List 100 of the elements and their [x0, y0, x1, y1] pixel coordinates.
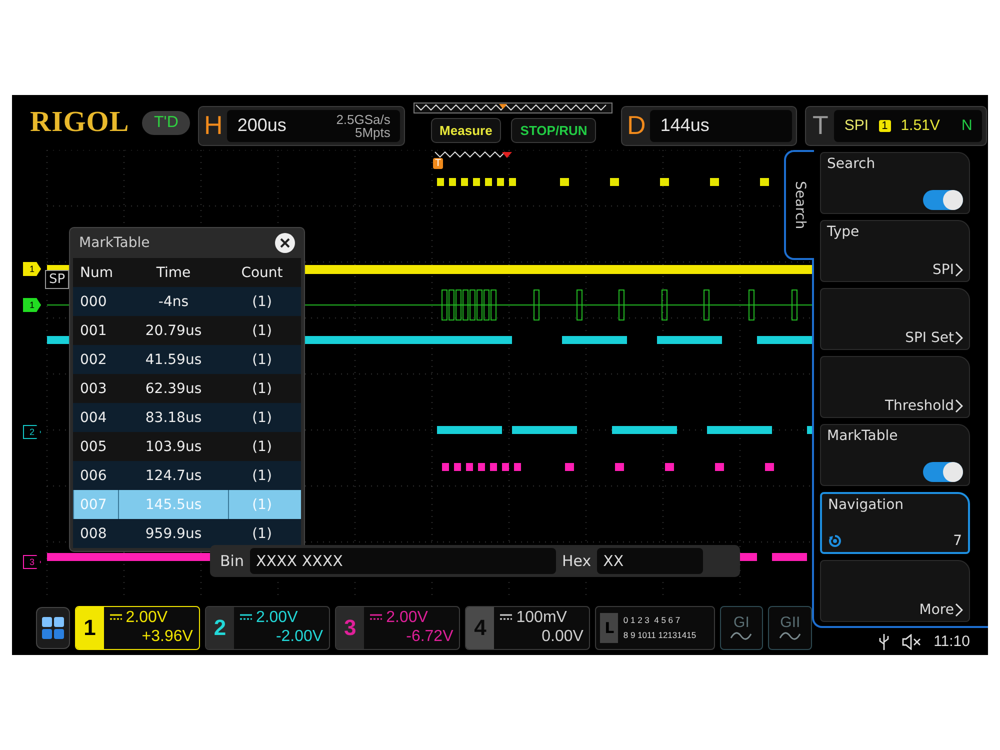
- dc-coupling-icon: [370, 613, 382, 621]
- measure-button[interactable]: Measure: [430, 118, 502, 143]
- table-cell-text: (1): [251, 408, 273, 428]
- column-header: Time: [155, 264, 192, 282]
- channel-panel[interactable]: 1 2.00V +3.96V: [74, 606, 200, 650]
- channel-scale: 2.00V: [126, 608, 168, 626]
- channel-number: 4: [466, 606, 494, 648]
- menu-item[interactable]: Navigation 7: [820, 492, 970, 554]
- bin-field[interactable]: XXXX XXXX: [250, 548, 556, 574]
- table-cell-text: 62.39us: [144, 380, 203, 398]
- generator-panel[interactable]: GII: [768, 606, 812, 650]
- table-row[interactable]: 006 124.7us (1): [73, 461, 301, 490]
- logic-panel[interactable]: L 0 1 2 3 4 5 6 7 8 9 1011 12131415: [595, 606, 715, 650]
- dc-coupling-icon: [500, 613, 512, 621]
- channel-panel[interactable]: 4 100mV 0.00V: [465, 606, 590, 650]
- table-cell-text: 008: [79, 524, 108, 544]
- table-row[interactable]: 004 83.18us (1): [73, 403, 301, 432]
- toggle-switch[interactable]: [923, 462, 963, 482]
- table-cell-text: 103.9us: [144, 438, 203, 456]
- table-row[interactable]: 001 20.79us (1): [73, 316, 301, 345]
- menu-item-value: More: [919, 602, 954, 618]
- generator-label: GI: [734, 614, 750, 630]
- column-header: Num: [79, 264, 114, 282]
- table-cell-text: 41.59us: [144, 350, 203, 370]
- menu-item[interactable]: Type SPI: [820, 220, 970, 282]
- menu-item[interactable]: Search: [820, 152, 970, 214]
- table-row[interactable]: 000 -4ns (1): [73, 287, 301, 316]
- table-cell-text: 001: [79, 322, 108, 340]
- table-cell-text: 959.9us: [144, 524, 203, 544]
- memory-depth: 5Mpts: [354, 126, 390, 138]
- toggle-switch[interactable]: [923, 190, 963, 210]
- timebase-value: 200us: [237, 115, 286, 136]
- channel-number: 2: [206, 606, 234, 648]
- speaker-muted-icon[interactable]: [902, 634, 922, 650]
- channel-panel[interactable]: 3 2.00V -6.72V: [335, 606, 460, 650]
- dc-coupling-icon: [110, 613, 122, 621]
- table-cell-text: 124.7us: [144, 466, 203, 486]
- trigger-type: SPI: [844, 117, 869, 134]
- dc-coupling-icon: [240, 613, 252, 621]
- sine-wave-icon: [730, 630, 752, 640]
- menu-item-value: SPI: [932, 262, 954, 278]
- bin-label: Bin: [220, 552, 244, 570]
- trigger-panel[interactable]: T SPI 1 1.51V N: [805, 106, 988, 146]
- rotate-knob-icon: [828, 534, 842, 548]
- channel-offset: -2.00V: [276, 626, 324, 646]
- logic-label: L: [600, 612, 618, 642]
- channel-number: 3: [336, 606, 364, 648]
- apps-button[interactable]: [36, 606, 70, 648]
- table-cell-text: (1): [251, 322, 273, 340]
- bus-label: SP: [45, 270, 70, 289]
- search-tab[interactable]: Search: [784, 150, 814, 260]
- horizontal-label: H: [203, 110, 224, 141]
- chevron-right-icon: [955, 399, 963, 413]
- channel-marker[interactable]: 3: [23, 555, 41, 569]
- menu-item[interactable]: More: [820, 560, 970, 622]
- table-cell-text: -4ns: [157, 292, 190, 312]
- chevron-right-icon: [955, 603, 963, 617]
- hex-field[interactable]: XX: [597, 548, 704, 574]
- trigger-label: T: [811, 110, 830, 141]
- logic-channels: 0 1 2 3 4 5 6 7: [623, 614, 680, 626]
- close-button[interactable]: [275, 233, 295, 253]
- dialog-title: MarkTable: [79, 235, 150, 251]
- table-cell-text: 004: [79, 408, 108, 428]
- menu-item[interactable]: Threshold: [820, 356, 970, 418]
- menu-item[interactable]: MarkTable: [820, 424, 970, 486]
- channel-marker[interactable]: 2: [23, 425, 41, 439]
- hex-label: Hex: [562, 552, 592, 570]
- table-cell-text: (1): [251, 350, 273, 370]
- menu-item-value: 7: [953, 533, 962, 549]
- channel-scale: 100mV: [516, 608, 567, 626]
- table-cell-text: (1): [251, 466, 273, 486]
- delay-value: 144us: [660, 115, 710, 136]
- stop-run-button[interactable]: STOP/RUN: [511, 118, 596, 143]
- delay-label: D: [626, 110, 647, 141]
- table-row[interactable]: 008 959.9us (1): [73, 519, 301, 548]
- channel-panel[interactable]: 2 2.00V -2.00V: [204, 606, 330, 650]
- table-cell-text: 002: [79, 350, 108, 370]
- horizontal-panel[interactable]: H 200us 2.5GSa/s 5Mpts: [198, 106, 406, 146]
- generator-label: GII: [780, 614, 800, 630]
- menu-item-label: Search: [827, 156, 876, 172]
- channel-scale: 2.00V: [256, 608, 298, 626]
- delay-panel[interactable]: D 144us: [621, 106, 798, 146]
- channel-number: 1: [76, 606, 104, 648]
- table-cell-text: 005: [79, 438, 108, 456]
- menu-item-value: SPI Set: [905, 330, 954, 346]
- channel-offset: -6.72V: [406, 626, 454, 646]
- trigger-status: T'D: [142, 110, 190, 134]
- table-row[interactable]: 003 62.39us (1): [73, 374, 301, 403]
- trigger-voltage: 1.51V: [900, 117, 940, 134]
- column-header: Count: [240, 264, 284, 282]
- table-row[interactable]: 002 41.59us (1): [73, 345, 301, 374]
- table-cell-text: (1): [251, 524, 273, 544]
- channel-marker[interactable]: 1: [23, 298, 41, 312]
- chevron-right-icon: [955, 331, 963, 345]
- generator-panel[interactable]: GI: [720, 606, 764, 650]
- channel-marker[interactable]: 1: [23, 262, 41, 276]
- table-row[interactable]: 005 103.9us (1): [73, 432, 301, 461]
- sine-wave-icon: [779, 630, 802, 640]
- menu-item[interactable]: SPI Set: [820, 288, 970, 350]
- menu-item-label: Navigation: [828, 497, 905, 513]
